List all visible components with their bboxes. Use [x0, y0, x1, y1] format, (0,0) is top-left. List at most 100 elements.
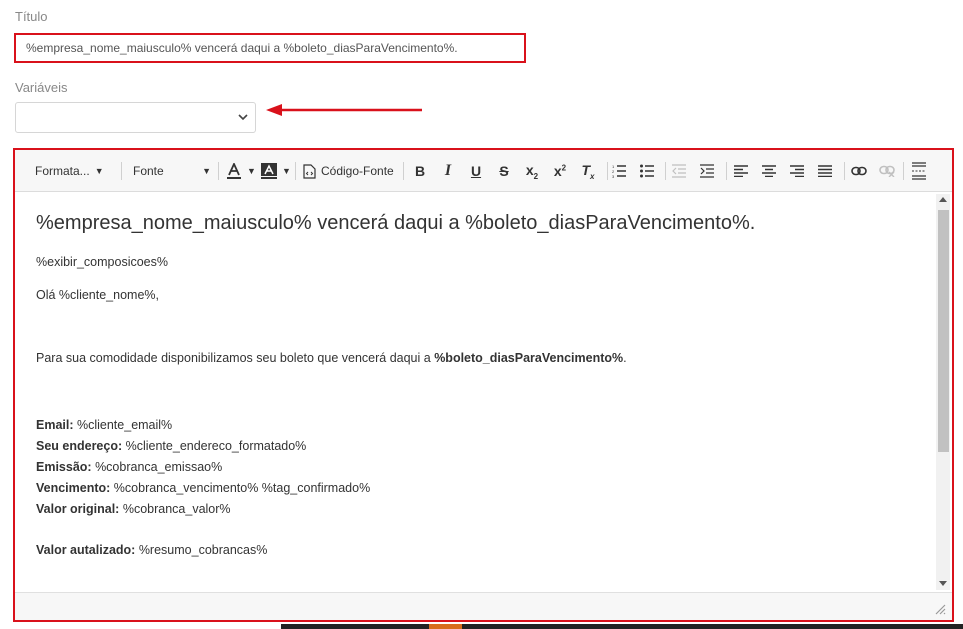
- unlink-icon: [879, 165, 895, 177]
- content-email-line: Email: %cliente_email%: [36, 418, 172, 432]
- bullet-list-button[interactable]: [640, 158, 654, 184]
- valor-original-label: Valor original:: [36, 502, 120, 516]
- comodidade-variable: %boleto_diasParaVencimento%: [434, 351, 624, 365]
- text-color-icon: [227, 163, 241, 179]
- editor-scrollbar[interactable]: [936, 194, 950, 590]
- editor-statusbar: [15, 592, 952, 620]
- svg-text:3: 3: [612, 174, 615, 178]
- chevron-down-icon: [238, 114, 248, 121]
- indent-icon: [700, 164, 714, 178]
- caret-down-icon: ▼: [282, 166, 291, 176]
- bold-icon: B: [414, 163, 426, 179]
- format-dropdown-label: Formata...: [35, 164, 90, 178]
- background-color-icon: [261, 163, 277, 179]
- scroll-up-icon[interactable]: [939, 197, 947, 202]
- comodidade-end: .: [623, 351, 627, 365]
- endereco-label: Seu endereço:: [36, 439, 123, 453]
- scrollbar-thumb[interactable]: [938, 210, 949, 452]
- emissao-value: %cobranca_emissao%: [91, 460, 223, 474]
- font-dropdown-label: Fonte: [133, 164, 164, 178]
- content-valor-original-line: Valor original: %cobranca_valor%: [36, 502, 231, 516]
- strikethrough-icon: S: [499, 163, 509, 179]
- titulo-input[interactable]: %empresa_nome_maiusculo% vencerá daqui a…: [14, 33, 526, 63]
- text-color-button[interactable]: ▼: [226, 158, 256, 184]
- page-break-button[interactable]: [912, 158, 926, 184]
- bold-button[interactable]: B: [410, 158, 430, 184]
- superscript-icon: x2: [553, 163, 567, 179]
- format-dropdown[interactable]: Formata... ▼: [35, 158, 104, 184]
- align-justify-icon: [818, 165, 832, 177]
- caret-down-icon: ▼: [202, 166, 211, 176]
- content-vencimento-line: Vencimento: %cobranca_vencimento% %tag_c…: [36, 481, 370, 495]
- italic-button[interactable]: I: [438, 158, 458, 184]
- toolbar-divider: [607, 162, 608, 180]
- align-center-button[interactable]: [762, 158, 776, 184]
- page-break-icon: [912, 162, 926, 180]
- align-left-icon: [734, 165, 748, 177]
- scroll-down-icon[interactable]: [939, 581, 947, 586]
- comodidade-text: Para sua comodidade disponibilizamos seu…: [36, 351, 435, 365]
- align-center-icon: [762, 165, 776, 177]
- subscript-icon: x2: [525, 161, 539, 181]
- underline-button[interactable]: U: [466, 158, 486, 184]
- valor-atualizado-value: %resumo_cobrancas%: [135, 543, 268, 557]
- source-code-button[interactable]: Código-Fonte: [303, 158, 394, 184]
- align-justify-button[interactable]: [818, 158, 832, 184]
- align-right-icon: [790, 165, 804, 177]
- clear-format-button[interactable]: Tx: [578, 158, 598, 184]
- email-label: Email:: [36, 418, 74, 432]
- toolbar-divider: [903, 162, 904, 180]
- content-valor-atualizado-line: Valor autalizado: %resumo_cobrancas%: [36, 543, 267, 557]
- toolbar-divider: [665, 162, 666, 180]
- caret-down-icon: ▼: [247, 166, 256, 176]
- outdent-button[interactable]: [672, 158, 686, 184]
- variaveis-select[interactable]: [15, 102, 256, 133]
- font-dropdown[interactable]: Fonte ▼: [133, 158, 211, 184]
- emissao-label: Emissão:: [36, 460, 92, 474]
- clear-format-icon: Tx: [581, 161, 595, 181]
- bullet-list-icon: [640, 164, 654, 178]
- content-heading: %empresa_nome_maiusculo% vencerá daqui a…: [36, 212, 756, 234]
- background-color-button[interactable]: ▼: [261, 158, 291, 184]
- underline-icon: U: [470, 163, 482, 179]
- toolbar-divider: [844, 162, 845, 180]
- ordered-list-icon: 123: [612, 164, 626, 178]
- email-value: %cliente_email%: [73, 418, 173, 432]
- bottom-window-strip: [281, 624, 963, 629]
- superscript-button[interactable]: x2: [550, 158, 570, 184]
- link-button[interactable]: [851, 158, 867, 184]
- rich-text-editor[interactable]: Formata... ▼ Fonte ▼ ▼ ▼ Código-Fonte B …: [13, 148, 954, 622]
- editor-content[interactable]: %empresa_nome_maiusculo% vencerá daqui a…: [15, 192, 932, 592]
- italic-icon: I: [444, 162, 452, 179]
- valor-atualizado-label: Valor autalizado:: [36, 543, 136, 557]
- toolbar-divider: [403, 162, 404, 180]
- toolbar-divider: [295, 162, 296, 180]
- toolbar-divider: [218, 162, 219, 180]
- outdent-icon: [672, 164, 686, 178]
- content-greeting: Olá %cliente_nome%,: [36, 288, 159, 302]
- indent-button[interactable]: [700, 158, 714, 184]
- source-code-icon: [303, 163, 316, 179]
- resize-handle-icon[interactable]: [934, 603, 946, 615]
- strikethrough-button[interactable]: S: [494, 158, 514, 184]
- bottom-strip-accent: [429, 624, 462, 629]
- source-code-label: Código-Fonte: [321, 164, 394, 178]
- variaveis-label: Variáveis: [15, 80, 68, 95]
- subscript-button[interactable]: x2: [522, 158, 542, 184]
- ordered-list-button[interactable]: 123: [612, 158, 626, 184]
- caret-down-icon: ▼: [94, 166, 104, 176]
- align-left-button[interactable]: [734, 158, 748, 184]
- align-right-button[interactable]: [790, 158, 804, 184]
- toolbar-divider: [726, 162, 727, 180]
- vencimento-label: Vencimento:: [36, 481, 111, 495]
- annotation-arrow-icon: [266, 104, 422, 116]
- vencimento-value: %cobranca_vencimento% %tag_confirmado%: [110, 481, 371, 495]
- content-endereco-line: Seu endereço: %cliente_endereco_formatad…: [36, 439, 306, 453]
- unlink-button[interactable]: [879, 158, 895, 184]
- titulo-label: Título: [15, 9, 48, 24]
- endereco-value: %cliente_endereco_formatado%: [122, 439, 307, 453]
- valor-original-value: %cobranca_valor%: [119, 502, 231, 516]
- toolbar-divider: [121, 162, 122, 180]
- content-line-composicoes: %exibir_composicoes%: [36, 255, 169, 269]
- content-comodidade: Para sua comodidade disponibilizamos seu…: [36, 351, 627, 365]
